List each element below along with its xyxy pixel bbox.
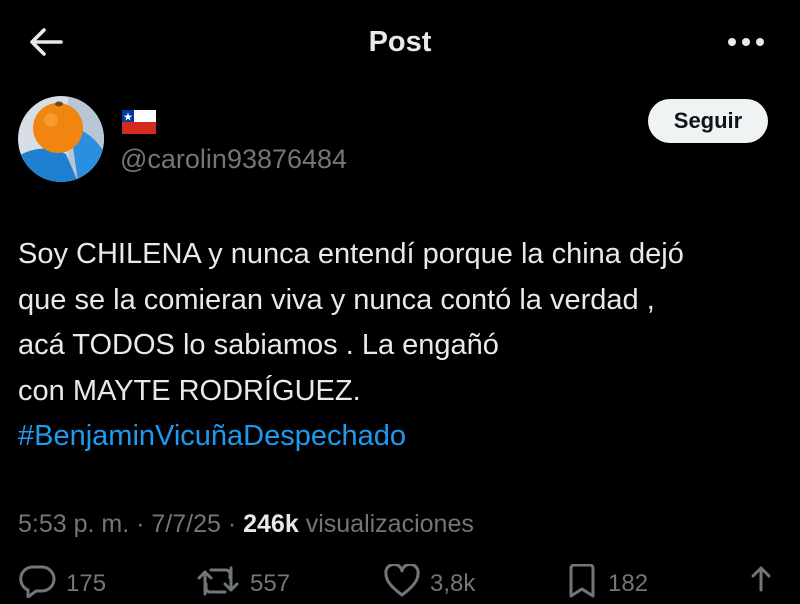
hashtag-link[interactable]: #BenjaminVicuñaDespechado (18, 414, 788, 460)
action-bar: 175 557 3,8k 182 (0, 564, 800, 604)
views-count: 246k (243, 510, 299, 538)
share-button[interactable] (744, 564, 778, 598)
tweet-text: Soy CHILENA y nunca entendí porque la ch… (18, 232, 788, 460)
like-count: 3,8k (430, 570, 476, 597)
tweet-line: con MAYTE RODRÍGUEZ. (18, 374, 361, 407)
bookmark-count: 182 (608, 570, 649, 597)
tweet-line: Soy CHILENA y nunca entendí porque la ch… (18, 238, 684, 270)
tweet-meta: 5:53 p. m. · 7/7/25 · 246k visualizacion… (18, 506, 474, 542)
page-title: Post (368, 26, 432, 58)
repost-icon (197, 566, 239, 596)
share-icon (751, 566, 771, 592)
like-button[interactable]: 3,8k (384, 564, 475, 604)
heart-icon (384, 564, 420, 597)
reply-icon (19, 565, 56, 598)
tweet-line: que se la comieran viva y nunca contó la… (18, 283, 655, 316)
meta-separator: · (129, 510, 152, 538)
avatar[interactable] (18, 96, 104, 182)
more-horizontal-icon (728, 38, 764, 46)
bookmark-icon (569, 564, 595, 598)
reply-button[interactable]: 175 (18, 564, 106, 604)
chile-flag-icon (122, 110, 156, 134)
meta-separator: · (220, 510, 244, 538)
tweet-line: acá TODOS lo sabiamos . La engañó (18, 329, 499, 361)
repost-count: 557 (250, 570, 291, 597)
avatar-image (18, 96, 104, 182)
bookmark-button[interactable]: 182 (566, 564, 648, 604)
follow-button[interactable]: Seguir (648, 99, 768, 143)
views-label: visualizaciones (305, 510, 474, 538)
tweet-date[interactable]: 7/7/25 (151, 510, 221, 538)
tweet-time[interactable]: 5:53 p. m. (18, 510, 129, 538)
repost-button[interactable]: 557 (196, 564, 290, 604)
more-options-button[interactable] (722, 24, 770, 60)
top-bar: Post (0, 0, 800, 84)
reply-count: 175 (66, 570, 107, 597)
author-handle[interactable]: @carolin93876484 (120, 143, 347, 175)
